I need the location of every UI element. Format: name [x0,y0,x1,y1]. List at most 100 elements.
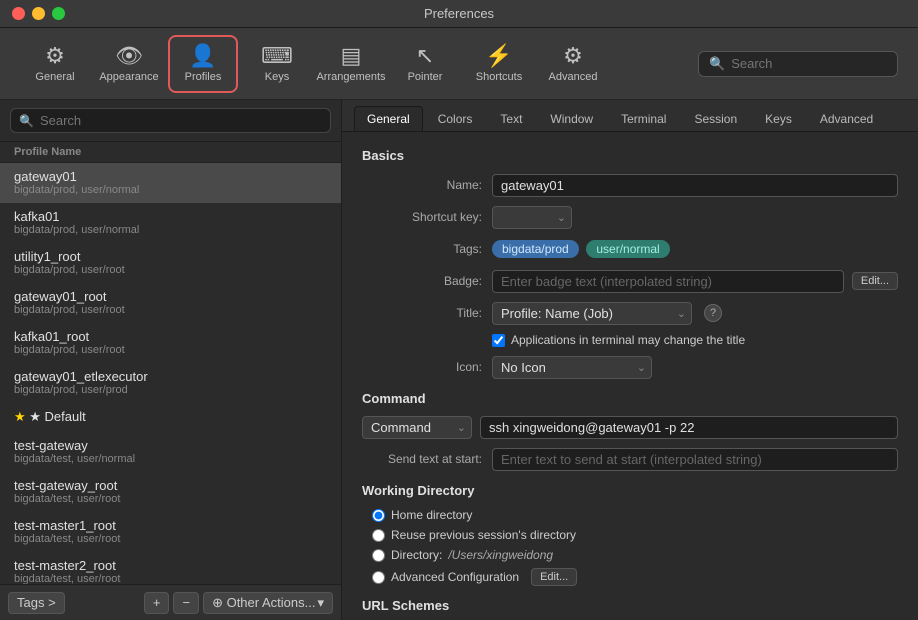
send-text-label: Send text at start: [362,452,492,466]
profile-name-gateway01: gateway01 [14,169,327,184]
toolbar-item-advanced[interactable]: ⚙ Advanced [538,35,608,93]
toolbar-item-keys[interactable]: ⌨ Keys [242,35,312,93]
toolbar-item-shortcuts[interactable]: ⚡ Shortcuts [464,35,534,93]
working-dir-section-title: Working Directory [362,483,898,498]
title-help-button[interactable]: ? [704,304,722,322]
toolbar-item-profiles[interactable]: 👤 Profiles [168,35,238,93]
profile-item-kafka01_root[interactable]: kafka01_rootbigdata/prod, user/root [0,323,341,363]
toolbar-item-label-keys: Keys [265,71,289,83]
badge-label: Badge: [362,274,492,288]
command-type-wrapper: Command [362,416,472,439]
sidebar-search-container: 🔍 [0,100,341,142]
profile-item-kafka01[interactable]: kafka01bigdata/prod, user/normal [0,203,341,243]
title-value-container: Profile: Name (Job) ? [492,302,898,325]
name-row: Name: [362,173,898,197]
window-controls [12,7,65,20]
tab-colors[interactable]: Colors [425,106,486,131]
close-button[interactable] [12,7,25,20]
profile-name-default: ★ Default [14,409,327,425]
profile-sub-test-gateway_root: bigdata/test, user/root [14,493,327,505]
reuse-session-radio-row: Reuse previous session's directory [372,528,898,542]
profile-sub-gateway01: bigdata/prod, user/normal [14,184,327,196]
basics-section-title: Basics [362,148,898,163]
sidebar-footer: Tags > + − ⊕ Other Actions... ▾ [0,584,341,620]
profile-item-test-gateway[interactable]: test-gatewaybigdata/test, user/normal [0,432,341,472]
advanced-config-edit-button[interactable]: Edit... [531,568,577,586]
maximize-button[interactable] [52,7,65,20]
advanced-config-label: Advanced Configuration [391,570,519,584]
profile-name-gateway01_etlexecutor: gateway01_etlexecutor [14,369,327,384]
icon-select-wrapper: No Icon [492,356,652,379]
title-apps-checkbox[interactable] [492,334,505,347]
shortcut-label: Shortcut key: [362,210,492,224]
icon-value-container: No Icon [492,356,898,379]
toolbar-search-box[interactable]: 🔍 [698,51,898,77]
toolbar: ⚙ General 👁 Appearance 👤 Profiles ⌨ Keys… [0,28,918,100]
shortcut-select[interactable] [492,206,572,229]
search-icon: 🔍 [709,56,725,72]
send-text-row: Send text at start: [362,447,898,471]
right-panel: GeneralColorsTextWindowTerminalSessionKe… [342,100,918,620]
tab-window[interactable]: Window [537,106,606,131]
general-icon: ⚙ [45,45,65,67]
home-dir-radio[interactable] [372,509,385,522]
profile-name-test-master2_root: test-master2_root [14,558,327,573]
profile-item-test-master2_root[interactable]: test-master2_rootbigdata/test, user/root [0,552,341,584]
tags-row: Tags: bigdata/prod user/normal [362,237,898,261]
toolbar-item-label-arrangements: Arrangements [316,71,385,83]
toolbar-item-pointer[interactable]: ↖ Pointer [390,35,460,93]
toolbar-item-appearance[interactable]: 👁 Appearance [94,35,164,93]
remove-profile-button[interactable]: − [173,592,199,614]
badge-edit-button[interactable]: Edit... [852,272,898,290]
title-select[interactable]: Profile: Name (Job) [492,302,692,325]
home-dir-label: Home directory [391,508,472,522]
command-input[interactable] [480,416,898,439]
send-text-input[interactable] [492,448,898,471]
profile-name-kafka01: kafka01 [14,209,327,224]
tab-terminal[interactable]: Terminal [608,106,679,131]
toolbar-search-input[interactable] [731,56,887,71]
advanced-config-radio[interactable] [372,571,385,584]
name-input[interactable] [492,174,898,197]
tab-text[interactable]: Text [487,106,535,131]
profile-item-test-gateway_root[interactable]: test-gateway_rootbigdata/test, user/root [0,472,341,512]
tags-button[interactable]: Tags > [8,592,65,614]
shortcut-row: Shortcut key: [362,205,898,229]
profile-list-header: Profile Name [0,142,341,163]
command-type-select[interactable]: Command [362,416,472,439]
profile-item-test-master1_root[interactable]: test-master1_rootbigdata/test, user/root [0,512,341,552]
other-actions-button[interactable]: ⊕ Other Actions... ▾ [203,592,333,614]
toolbar-item-label-shortcuts: Shortcuts [476,71,522,83]
command-section-title: Command [362,391,898,406]
panel-content: Basics Name: Shortcut key: T [342,132,918,620]
add-profile-button[interactable]: + [144,592,170,614]
toolbar-item-arrangements[interactable]: ▤ Arrangements [316,35,386,93]
profile-item-default[interactable]: ★ Default [0,403,341,432]
profile-item-gateway01_root[interactable]: gateway01_rootbigdata/prod, user/root [0,283,341,323]
profile-item-gateway01_etlexecutor[interactable]: gateway01_etlexecutorbigdata/prod, user/… [0,363,341,403]
profile-sub-kafka01_root: bigdata/prod, user/root [14,344,327,356]
toolbar-item-label-advanced: Advanced [549,71,598,83]
minimize-button[interactable] [32,7,45,20]
chevron-down-icon: ▾ [317,595,324,611]
tab-keys[interactable]: Keys [752,106,805,131]
sidebar-search-input[interactable] [40,113,322,128]
directory-radio[interactable] [372,549,385,562]
reuse-session-radio[interactable] [372,529,385,542]
tags-value-container: bigdata/prod user/normal [492,240,898,258]
badge-input[interactable] [492,270,844,293]
title-checkbox-label: Applications in terminal may change the … [511,333,745,347]
tab-advanced[interactable]: Advanced [807,106,886,131]
sidebar-search-icon: 🔍 [19,114,34,128]
profile-item-gateway01[interactable]: gateway01bigdata/prod, user/normal [0,163,341,203]
tab-general[interactable]: General [354,106,423,131]
sidebar-search-inner[interactable]: 🔍 [10,108,331,133]
window-title: Preferences [424,6,494,21]
tab-session[interactable]: Session [681,106,750,131]
badge-value-container: Edit... [492,270,898,293]
profile-item-utility1_root[interactable]: utility1_rootbigdata/prod, user/root [0,243,341,283]
toolbar-item-general[interactable]: ⚙ General [20,35,90,93]
name-value-container [492,174,898,197]
profile-sub-utility1_root: bigdata/prod, user/root [14,264,327,276]
icon-select[interactable]: No Icon [492,356,652,379]
